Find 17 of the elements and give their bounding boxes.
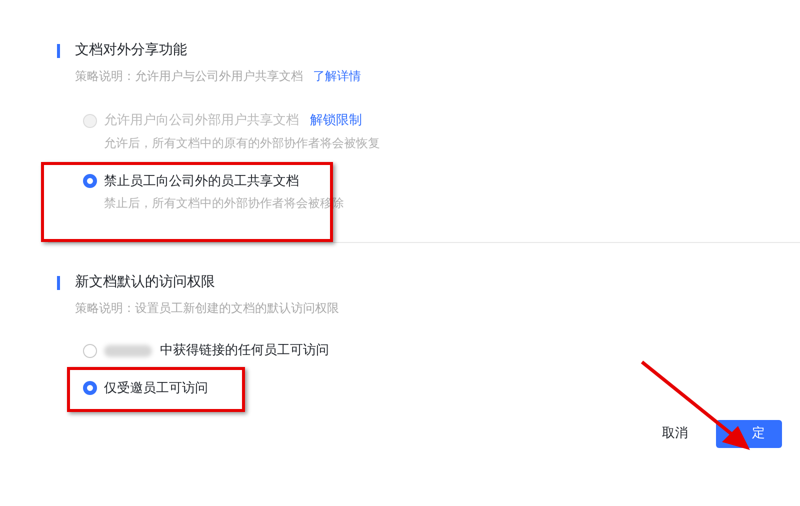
- radio-button[interactable]: [83, 344, 97, 358]
- option-label: 允许用户向公司外部用户共享文档: [104, 112, 299, 130]
- cancel-button[interactable]: 取消: [658, 420, 692, 448]
- section-marker: [57, 44, 60, 58]
- section-title: 文档对外分享功能: [75, 41, 187, 60]
- learn-more-link[interactable]: 了解详情: [313, 67, 361, 85]
- option-label: 仅受邀员工可访问: [104, 380, 208, 398]
- blurred-text: [104, 344, 152, 357]
- radio-button[interactable]: [83, 174, 97, 188]
- option-description: 允许后，所有文档中的原有的外部协作者将会被恢复: [104, 134, 381, 152]
- section-title: 新文档默认的访问权限: [75, 273, 215, 292]
- option-label: 中获得链接的任何员工可访问: [160, 342, 329, 360]
- policy-description: 策略说明：允许用户与公司外用户共享文档: [75, 68, 303, 85]
- section-marker: [57, 276, 60, 290]
- policy-description: 策略说明：设置员工新创建的文档的默认访问权限: [75, 300, 339, 317]
- radio-button[interactable]: [83, 381, 97, 396]
- option-label: 禁止员工向公司外的员工共享文档: [104, 172, 299, 190]
